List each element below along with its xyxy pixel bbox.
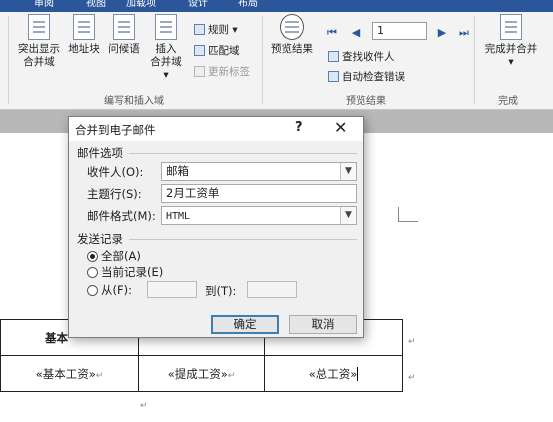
format-select[interactable]: HTML ▼ <box>161 206 357 225</box>
tab-review[interactable]: 审阅 <box>34 0 54 11</box>
record-number-input[interactable]: 1 <box>372 22 427 40</box>
last-record-icon[interactable]: ⏭ <box>458 26 470 40</box>
paragraph-mark: ↵ <box>140 401 148 411</box>
radio-from[interactable]: 从(F): <box>87 283 132 298</box>
chevron-down-icon[interactable]: ▼ <box>340 207 356 224</box>
to-select[interactable]: 邮箱 ▼ <box>161 162 357 181</box>
to-label: 收件人(O): <box>87 165 144 179</box>
to-select-value: 邮箱 <box>166 164 189 178</box>
radio-all-label: 全部(A) <box>101 249 141 263</box>
format-select-value: HTML <box>166 211 191 222</box>
finish-group-label: 完成 <box>498 96 518 107</box>
find-recipient-icon <box>328 51 339 62</box>
preview-results-button[interactable]: 预览结果 <box>266 14 318 56</box>
chevron-down-icon[interactable]: ▼ <box>340 163 356 180</box>
format-label: 邮件格式(M): <box>87 209 156 223</box>
previous-record-icon[interactable]: ◀ <box>350 26 362 40</box>
rules-icon <box>194 24 205 35</box>
highlight-fields-icon <box>28 14 50 40</box>
match-fields-label: 匹配域 <box>208 45 240 57</box>
update-labels-label: 更新标签 <box>208 66 250 78</box>
magnifier-icon <box>280 14 304 40</box>
greeting-line-icon <box>113 14 135 40</box>
radio-unchecked-icon <box>87 267 98 278</box>
group-separator <box>8 16 9 104</box>
to-range-input[interactable] <box>247 281 297 298</box>
chevron-down-icon: ▾ <box>508 56 514 68</box>
radio-checked-icon <box>87 251 98 262</box>
insert-merge-field-button[interactable]: 插入 合并域 ▾ <box>146 14 186 82</box>
from-range-input[interactable] <box>147 281 197 298</box>
merge-to-email-dialog: 合并到电子邮件 ? ✕ 邮件选项 收件人(O): 邮箱 ▼ 主题行(S): 2月… <box>68 116 364 338</box>
tab-view[interactable]: 视图 <box>86 0 106 11</box>
subject-input[interactable]: 2月工资单 <box>161 184 357 203</box>
cancel-button[interactable]: 取消 <box>289 315 357 334</box>
ok-button[interactable]: 确定 <box>211 315 279 334</box>
find-recipient-label: 查找收件人 <box>342 51 395 63</box>
highlight-merge-fields-button[interactable]: 突出显示 合并域 <box>14 14 64 69</box>
rules-label: 规则 ▾ <box>208 24 238 36</box>
address-block-button[interactable]: 地址块 <box>66 14 102 56</box>
close-icon[interactable]: ✕ <box>334 118 347 137</box>
preview-results-label: 预览结果 <box>271 43 313 55</box>
write-insert-group-label: 编写和插入域 <box>104 96 164 107</box>
preview-group-label: 预览结果 <box>346 96 386 107</box>
greeting-line-button[interactable]: 问候语 <box>106 14 142 56</box>
help-icon[interactable]: ? <box>295 120 303 135</box>
address-block-icon <box>73 14 95 40</box>
paragraph-mark: ↵ <box>408 337 416 347</box>
to-range-label: 到(T): <box>205 284 237 298</box>
tab-addins[interactable]: 加载项 <box>126 0 156 11</box>
address-block-label: 地址块 <box>68 43 100 55</box>
finish-merge-label: 完成并合并 <box>484 43 538 55</box>
dialog-titlebar[interactable]: 合并到电子邮件 ? ✕ <box>69 117 363 141</box>
merge-field-commission[interactable]: «提成工资»↵ <box>138 355 265 392</box>
radio-unchecked-icon <box>87 285 98 296</box>
greeting-line-label: 问候语 <box>108 43 140 55</box>
crop-mark <box>398 221 418 222</box>
ribbon: 突出显示 合并域 地址块 问候语 插入 合并域 ▾ 规则 ▾ 匹配域 更新标签 … <box>0 12 553 110</box>
auto-check-errors-label: 自动检查错误 <box>342 71 405 83</box>
update-labels-button[interactable]: 更新标签 <box>194 64 250 80</box>
message-options-label: 邮件选项 <box>77 146 123 160</box>
tab-design[interactable]: 设计 <box>188 0 208 11</box>
ribbon-tabbar: 审阅 视图 加载项 设计 布局 <box>0 0 553 12</box>
divider <box>129 239 357 240</box>
dialog-title: 合并到电子邮件 <box>75 123 156 137</box>
tab-layout[interactable]: 布局 <box>238 0 258 11</box>
radio-current-label: 当前记录(E) <box>101 265 164 279</box>
match-fields-icon <box>194 45 205 56</box>
rules-button[interactable]: 规则 ▾ <box>194 22 238 38</box>
auto-check-errors-button[interactable]: 自动检查错误 <box>328 69 405 85</box>
paragraph-mark: ↵ <box>408 373 416 383</box>
group-separator <box>262 16 263 104</box>
merge-field-base-salary[interactable]: «基本工资»↵ <box>0 355 139 392</box>
crop-mark <box>398 207 399 221</box>
next-record-icon[interactable]: ▶ <box>436 26 448 40</box>
first-record-icon[interactable]: ⏮ <box>326 26 338 40</box>
check-errors-icon <box>328 71 339 82</box>
highlight-merge-fields-label: 突出显示 合并域 <box>18 43 60 68</box>
group-separator <box>474 16 475 104</box>
merge-field-total-salary[interactable]: «总工资» <box>264 355 403 392</box>
subject-label: 主题行(S): <box>87 187 142 201</box>
insert-merge-field-label: 插入 合并域 ▾ <box>150 43 182 81</box>
update-labels-icon <box>194 66 205 77</box>
send-records-label: 发送记录 <box>77 232 123 246</box>
find-recipient-button[interactable]: 查找收件人 <box>328 49 395 65</box>
radio-current-record[interactable]: 当前记录(E) <box>87 265 163 280</box>
insert-field-icon <box>155 14 177 40</box>
finish-merge-button[interactable]: 完成并合并 ▾ <box>480 14 542 69</box>
radio-from-label: 从(F): <box>101 283 132 297</box>
table-row: «基本工资»↵ «提成工资»↵ «总工资» <box>0 355 403 392</box>
divider <box>129 153 357 154</box>
radio-all[interactable]: 全部(A) <box>87 249 141 264</box>
finish-merge-icon <box>500 14 522 40</box>
subject-input-value: 2月工资单 <box>166 186 220 200</box>
match-fields-button[interactable]: 匹配域 <box>194 43 240 59</box>
